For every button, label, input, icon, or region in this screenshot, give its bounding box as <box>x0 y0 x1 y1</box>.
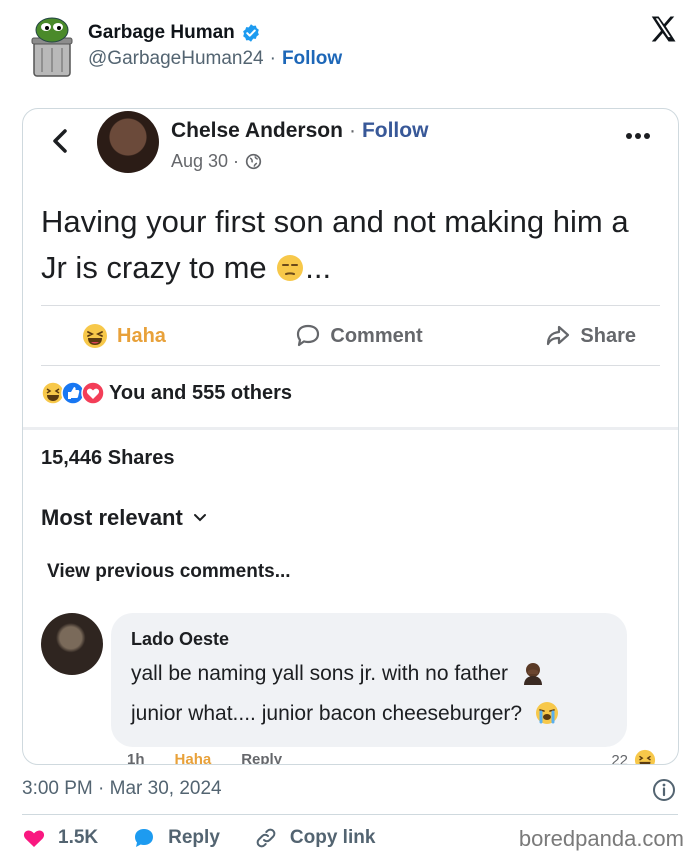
reply-button[interactable]: Reply <box>132 826 220 850</box>
divider <box>22 814 678 815</box>
more-options-icon <box>626 133 654 143</box>
post-author-avatar <box>97 111 159 173</box>
person-facepalm-icon <box>523 663 542 685</box>
haha-label: Haha <box>117 324 166 347</box>
post-author-row: Chelse Anderson · Follow <box>171 119 428 143</box>
share-arrow-icon <box>547 325 570 346</box>
comment-bubble-icon <box>297 324 320 347</box>
like-count: 1.5K <box>58 827 99 848</box>
divider <box>41 305 660 306</box>
post-date-row: Aug 30 · <box>171 151 262 172</box>
post-date: Aug 30 · <box>171 151 240 171</box>
reply-label: Reply <box>168 827 220 848</box>
share-action: Share <box>451 322 660 350</box>
comment-line-2: junior what.... junior bacon cheeseburge… <box>131 694 607 734</box>
comment-text-1: yall be naming yall sons jr. with no fat… <box>131 662 509 685</box>
post-ellipsis: ... <box>305 250 332 285</box>
separator-dot: · <box>269 48 276 69</box>
comment-action: Comment <box>266 322 451 350</box>
post-follow-label: Follow <box>361 119 429 142</box>
loudly-crying-face-icon <box>535 702 558 724</box>
comment-reaction-count: 22 <box>611 749 656 765</box>
heart-icon <box>23 830 45 847</box>
comment-label: Comment <box>330 324 423 347</box>
copy-link-label: Copy link <box>289 827 376 848</box>
commenter-avatar <box>41 613 103 675</box>
author-avatar[interactable] <box>26 12 78 80</box>
author-handle[interactable]: @GarbageHuman24 <box>88 48 264 70</box>
shares-count: 15,446 Shares <box>41 447 175 469</box>
haha-reaction-icon <box>634 749 656 764</box>
view-previous-comments: View previous comments... <box>47 561 291 582</box>
reply-bubble-icon <box>135 829 154 847</box>
section-divider <box>23 427 678 430</box>
haha-emoji-icon <box>83 324 107 348</box>
post-author-name: Chelse Anderson <box>171 119 343 142</box>
divider <box>41 365 660 366</box>
verified-badge-icon <box>242 24 259 42</box>
reactions-summary: You and 555 others <box>41 381 292 405</box>
post-body: Having your first son and not making him… <box>41 204 629 285</box>
comment-sort: Most relevant <box>41 505 207 531</box>
link-icon <box>256 828 276 848</box>
author-name[interactable]: Garbage Human <box>88 22 235 44</box>
comment-bubble: Lado Oeste yall be naming yall sons jr. … <box>111 613 627 747</box>
tweet-timestamp[interactable]: 3:00 PM · Mar 30, 2024 <box>22 778 222 800</box>
comment-meta: 1h Haha Reply <box>127 751 283 765</box>
copy-link-button[interactable]: Copy link <box>254 826 376 850</box>
watermark: boredpanda.com <box>518 826 684 851</box>
post-action-bar: Haha Comment Share <box>41 309 660 363</box>
post-text: Having your first son and not making him… <box>41 199 641 291</box>
unamused-face-icon <box>277 255 304 281</box>
like-button[interactable]: 1.5K <box>22 826 98 850</box>
reactions-text: You and 555 others <box>109 381 293 404</box>
tweet-action-bar: 1.5K Reply Copy link <box>22 826 395 850</box>
follow-button[interactable]: Follow <box>282 48 342 70</box>
comment-haha: Haha <box>174 751 212 765</box>
haha-action: Haha <box>41 322 266 350</box>
comment-line-1: yall be naming yall sons jr. with no fat… <box>131 654 607 694</box>
author-handle-row: @GarbageHuman24 · Follow <box>88 48 342 70</box>
comment-text-2: junior what.... junior bacon cheeseburge… <box>131 702 523 725</box>
author-name-row: Garbage Human <box>88 22 261 44</box>
reaction-icons <box>41 381 105 405</box>
love-reaction-icon <box>81 381 105 405</box>
share-label: Share <box>580 324 636 347</box>
commenter-name: Lado Oeste <box>131 629 230 649</box>
x-logo-icon[interactable] <box>648 14 678 44</box>
separator-dot: · <box>348 119 356 142</box>
chevron-down-icon <box>193 514 206 522</box>
info-icon[interactable] <box>652 778 676 802</box>
comment-time: 1h <box>127 751 145 765</box>
comment-reaction-number: 22 <box>611 751 628 765</box>
embedded-image[interactable]: Chelse Anderson · Follow Aug 30 · Having… <box>22 108 679 765</box>
comment-reply: Reply <box>241 751 283 765</box>
globe-icon <box>245 153 262 170</box>
sort-label: Most relevant <box>41 505 183 530</box>
back-arrow-icon <box>53 129 67 153</box>
